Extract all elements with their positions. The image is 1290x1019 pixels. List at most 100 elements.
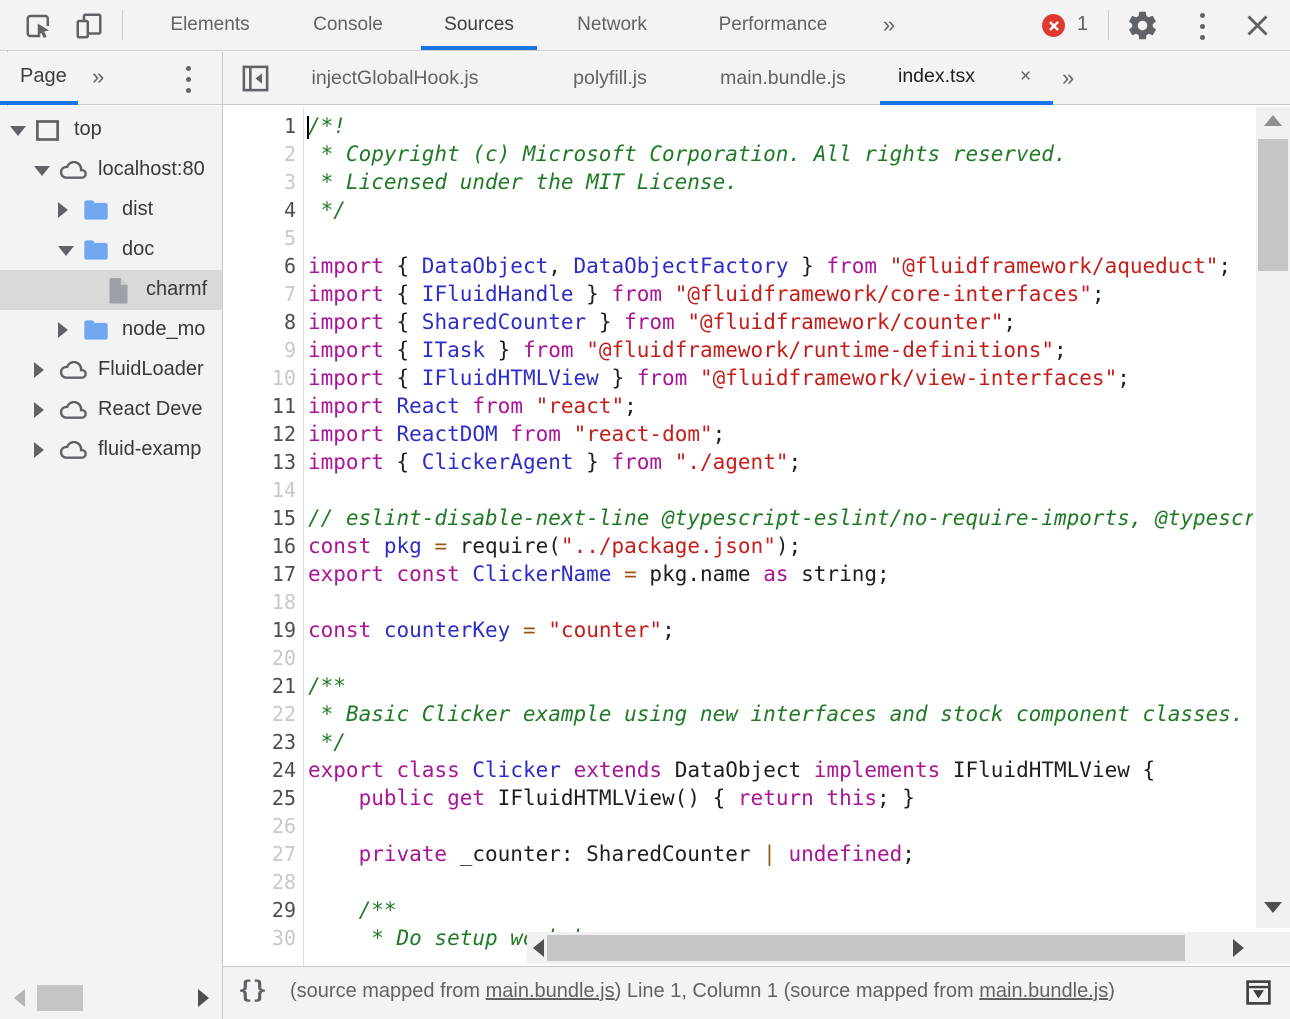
source-editor[interactable]: 1234567891011121314151617181920212223242… — [222, 106, 1290, 966]
line-number[interactable]: 30 — [222, 924, 296, 952]
file-tab-main.bundle.js[interactable]: main.bundle.js — [690, 52, 876, 105]
scroll-left-icon[interactable] — [14, 989, 25, 1007]
scroll-left-icon[interactable] — [533, 939, 544, 957]
tree-item-react-deve[interactable]: React Deve — [0, 390, 222, 430]
error-badge-icon[interactable] — [1042, 14, 1065, 37]
code-line[interactable]: /*! — [308, 112, 1253, 140]
close-icon[interactable] — [1244, 12, 1271, 39]
line-number[interactable]: 8 — [222, 308, 296, 336]
line-number[interactable]: 10 — [222, 364, 296, 392]
code-line[interactable]: const pkg = require("../package.json"); — [308, 532, 1253, 560]
code-line[interactable]: export const ClickerName = pkg.name as s… — [308, 560, 1253, 588]
expand-drawer-icon[interactable] — [1244, 978, 1273, 1007]
tree-item-charmf[interactable]: charmf — [0, 270, 222, 310]
navigator-hscrollbar[interactable] — [0, 982, 222, 1014]
line-number[interactable]: 19 — [222, 616, 296, 644]
line-number[interactable]: 7 — [222, 280, 296, 308]
status-link[interactable]: main.bundle.js — [486, 980, 615, 1002]
file-tab-polyfill.js[interactable]: polyfill.js — [540, 52, 680, 105]
code-line[interactable] — [308, 588, 1253, 616]
code-line[interactable]: * Basic Clicker example using new interf… — [308, 700, 1253, 728]
tree-item-fluidloader[interactable]: FluidLoader — [0, 350, 222, 390]
close-tab-icon[interactable]: × — [1020, 66, 1031, 88]
hide-navigator-icon[interactable] — [240, 63, 271, 94]
line-number[interactable]: 3 — [222, 168, 296, 196]
line-number[interactable]: 14 — [222, 476, 296, 504]
tree-item-fluid-examp[interactable]: fluid-examp — [0, 430, 222, 470]
scroll-up-icon[interactable] — [1264, 115, 1282, 126]
code-line[interactable]: */ — [308, 728, 1253, 756]
code-line[interactable]: */ — [308, 196, 1253, 224]
code-line[interactable]: /** — [308, 896, 1253, 924]
code-line[interactable]: const counterKey = "counter"; — [308, 616, 1253, 644]
code-line[interactable]: /** — [308, 672, 1253, 700]
code-line[interactable] — [308, 868, 1253, 896]
editor-vscrollbar[interactable] — [1256, 107, 1290, 928]
code-line[interactable]: import ReactDOM from "react-dom"; — [308, 420, 1253, 448]
navigator-tab-page[interactable]: Page — [20, 65, 67, 88]
code-line[interactable]: import { ITask } from "@fluidframework/r… — [308, 336, 1253, 364]
line-number[interactable]: 17 — [222, 560, 296, 588]
line-number[interactable]: 27 — [222, 840, 296, 868]
tree-item-localhost-80[interactable]: localhost:80 — [0, 150, 222, 190]
expand-arrow-icon[interactable] — [34, 442, 44, 458]
more-navigator-tabs-chevron-icon[interactable]: » — [92, 64, 102, 90]
panel-tab-console[interactable]: Console — [298, 0, 398, 50]
panel-tab-performance[interactable]: Performance — [698, 0, 848, 50]
file-tab-injectGlobalHook.js[interactable]: injectGlobalHook.js — [280, 52, 510, 105]
line-number[interactable]: 18 — [222, 588, 296, 616]
collapse-arrow-icon[interactable] — [34, 166, 50, 176]
panel-tab-sources[interactable]: Sources — [421, 0, 537, 50]
line-number[interactable]: 13 — [222, 448, 296, 476]
collapse-arrow-icon[interactable] — [10, 126, 26, 136]
line-number[interactable]: 24 — [222, 756, 296, 784]
line-number[interactable]: 28 — [222, 868, 296, 896]
code-line[interactable]: // eslint-disable-next-line @typescript-… — [308, 504, 1253, 532]
tree-item-dist[interactable]: dist — [0, 190, 222, 230]
expand-arrow-icon[interactable] — [34, 362, 44, 378]
scroll-right-icon[interactable] — [1233, 939, 1244, 957]
scrollbar-thumb[interactable] — [1258, 139, 1288, 271]
code-line[interactable]: export class Clicker extends DataObject … — [308, 756, 1253, 784]
navigator-kebab-menu-icon[interactable] — [186, 66, 192, 99]
code-line[interactable]: import { DataObject, DataObjectFactory }… — [308, 252, 1253, 280]
code-line[interactable]: * Copyright (c) Microsoft Corporation. A… — [308, 140, 1253, 168]
line-number[interactable]: 12 — [222, 420, 296, 448]
line-number[interactable]: 23 — [222, 728, 296, 756]
line-number[interactable]: 6 — [222, 252, 296, 280]
panel-tab-elements[interactable]: Elements — [160, 0, 260, 50]
panel-divider[interactable] — [222, 52, 223, 1019]
tree-item-doc[interactable]: doc — [0, 230, 222, 270]
line-number[interactable]: 21 — [222, 672, 296, 700]
code-line[interactable]: import { ClickerAgent } from "./agent"; — [308, 448, 1253, 476]
line-number[interactable]: 2 — [222, 140, 296, 168]
code-line[interactable]: import { IFluidHandle } from "@fluidfram… — [308, 280, 1253, 308]
line-number[interactable]: 29 — [222, 896, 296, 924]
scrollbar-thumb[interactable] — [37, 985, 83, 1011]
line-number[interactable]: 22 — [222, 700, 296, 728]
line-number[interactable]: 26 — [222, 812, 296, 840]
more-file-tabs-chevron-icon[interactable]: » — [1062, 65, 1072, 91]
kebab-menu-icon[interactable] — [1200, 13, 1206, 46]
scroll-right-icon[interactable] — [198, 989, 209, 1007]
more-panels-chevron-icon[interactable]: » — [868, 0, 908, 50]
code-line[interactable] — [308, 644, 1253, 672]
line-number[interactable]: 15 — [222, 504, 296, 532]
code-line[interactable]: import { IFluidHTMLView } from "@fluidfr… — [308, 364, 1253, 392]
line-number[interactable]: 9 — [222, 336, 296, 364]
editor-hscrollbar[interactable] — [527, 932, 1253, 964]
scroll-down-icon[interactable] — [1264, 902, 1282, 913]
tree-item-top[interactable]: top — [0, 110, 222, 150]
code-line[interactable] — [308, 476, 1253, 504]
line-number[interactable]: 4 — [222, 196, 296, 224]
tree-item-node-mo[interactable]: node_mo — [0, 310, 222, 350]
expand-arrow-icon[interactable] — [58, 322, 68, 338]
expand-arrow-icon[interactable] — [58, 202, 68, 218]
line-number[interactable]: 20 — [222, 644, 296, 672]
line-number[interactable]: 16 — [222, 532, 296, 560]
settings-gear-icon[interactable] — [1126, 9, 1159, 42]
inspect-icon[interactable] — [24, 11, 54, 41]
scrollbar-thumb[interactable] — [547, 935, 1185, 961]
code-line[interactable]: public get IFluidHTMLView() { return thi… — [308, 784, 1253, 812]
status-link[interactable]: main.bundle.js — [979, 980, 1108, 1002]
